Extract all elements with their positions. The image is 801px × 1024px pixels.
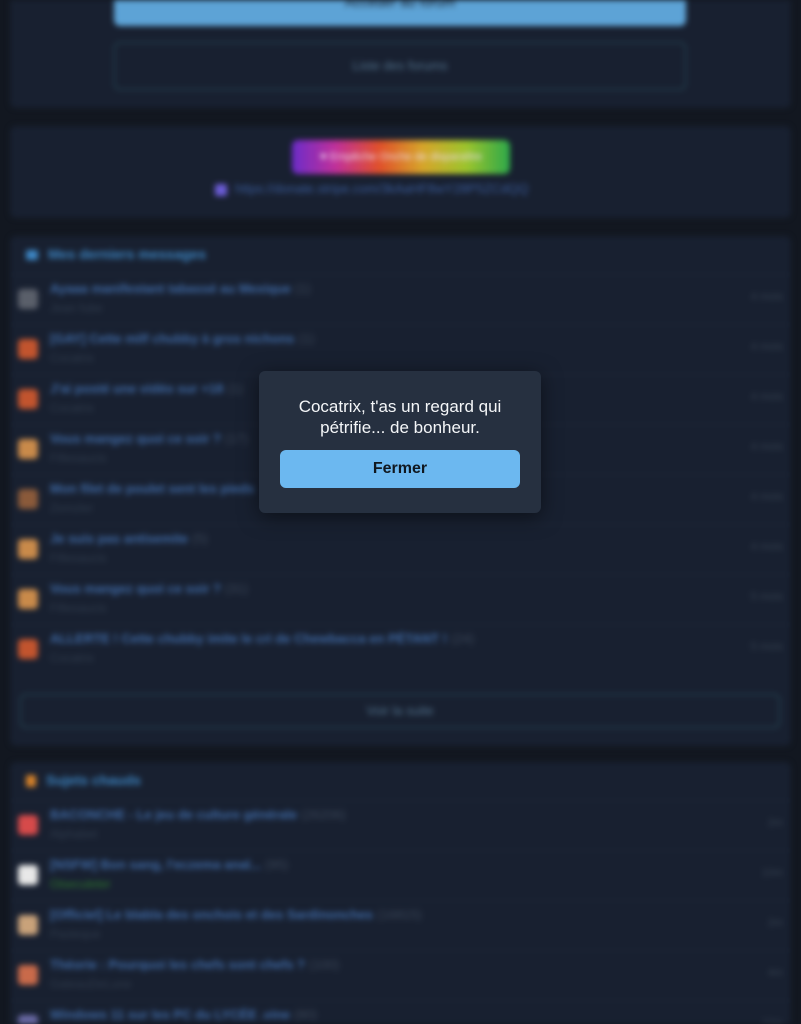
modal-overlay: Cocatrix, t'as un regard qui pétrifie...… xyxy=(0,0,801,1024)
close-button[interactable]: Fermer xyxy=(280,450,520,488)
compliment-modal: Cocatrix, t'as un regard qui pétrifie...… xyxy=(259,371,541,513)
modal-message: Cocatrix, t'as un regard qui pétrifie...… xyxy=(298,397,502,437)
